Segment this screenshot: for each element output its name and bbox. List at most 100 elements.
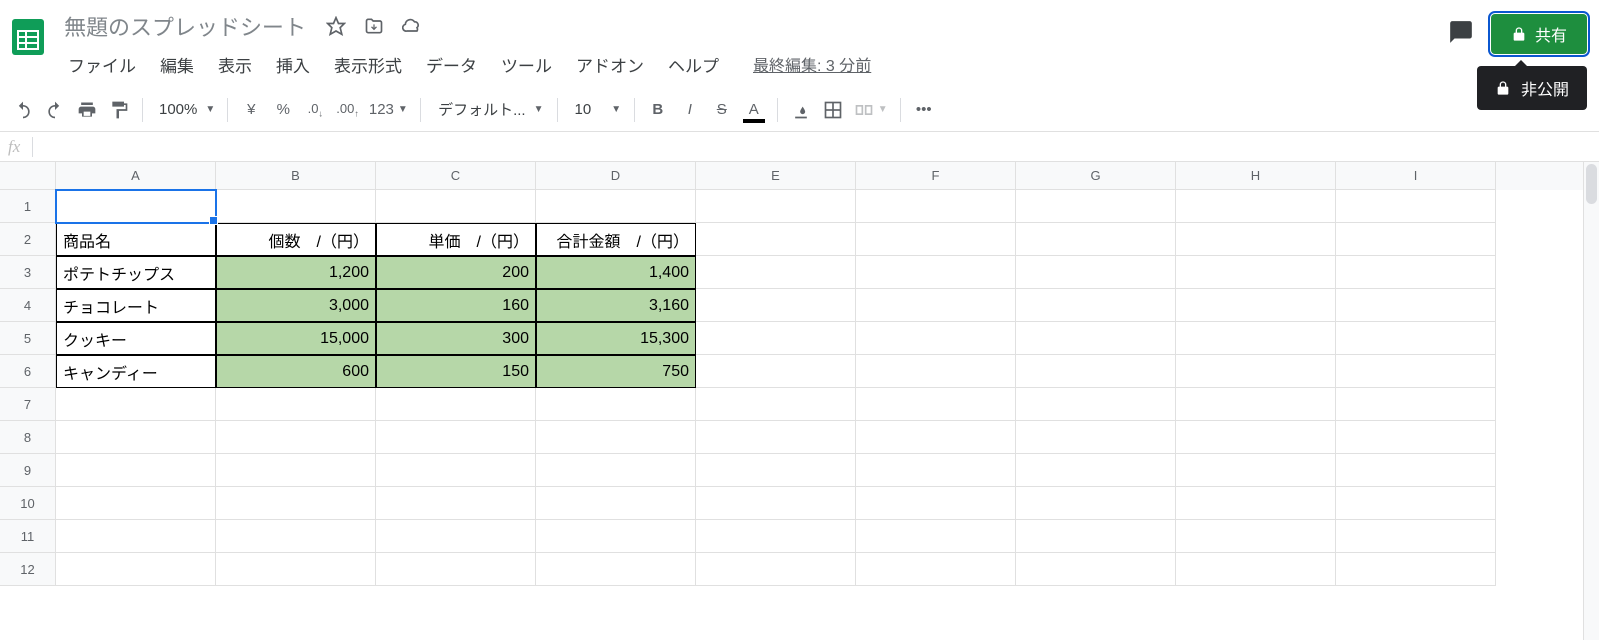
col-header-F[interactable]: F bbox=[856, 162, 1016, 190]
cell[interactable]: キャンディー bbox=[56, 355, 216, 388]
cell[interactable] bbox=[1336, 553, 1496, 586]
row-header[interactable]: 12 bbox=[0, 553, 56, 586]
cell[interactable]: 1,400 bbox=[536, 256, 696, 289]
cell[interactable] bbox=[1016, 223, 1176, 256]
cell[interactable] bbox=[696, 256, 856, 289]
borders-button[interactable] bbox=[818, 95, 848, 125]
share-button[interactable]: 共有 bbox=[1491, 14, 1587, 54]
cell[interactable] bbox=[856, 190, 1016, 223]
cell[interactable] bbox=[1176, 487, 1336, 520]
cell[interactable] bbox=[216, 553, 376, 586]
cell[interactable] bbox=[1016, 355, 1176, 388]
cell[interactable] bbox=[376, 553, 536, 586]
cell[interactable] bbox=[1176, 421, 1336, 454]
col-header-C[interactable]: C bbox=[376, 162, 536, 190]
cell[interactable] bbox=[1176, 256, 1336, 289]
last-edit-link[interactable]: 最終編集: 3 分前 bbox=[753, 52, 871, 76]
cell[interactable] bbox=[1176, 553, 1336, 586]
cell[interactable] bbox=[376, 190, 536, 223]
cell[interactable] bbox=[376, 487, 536, 520]
col-header-A[interactable]: A bbox=[56, 162, 216, 190]
row-header[interactable]: 5 bbox=[0, 322, 56, 355]
cell[interactable] bbox=[856, 355, 1016, 388]
col-header-E[interactable]: E bbox=[696, 162, 856, 190]
menu-help[interactable]: ヘルプ bbox=[658, 48, 729, 81]
cell[interactable]: 300 bbox=[376, 322, 536, 355]
col-header-G[interactable]: G bbox=[1016, 162, 1176, 190]
menu-tools[interactable]: ツール bbox=[491, 48, 562, 81]
cell[interactable]: 3,000 bbox=[216, 289, 376, 322]
cell[interactable] bbox=[1016, 520, 1176, 553]
row-header[interactable]: 1 bbox=[0, 190, 56, 223]
cell[interactable] bbox=[216, 421, 376, 454]
cell-A1[interactable] bbox=[56, 190, 216, 223]
cell[interactable] bbox=[856, 487, 1016, 520]
col-header-D[interactable]: D bbox=[536, 162, 696, 190]
cell[interactable] bbox=[536, 421, 696, 454]
cell[interactable]: 15,300 bbox=[536, 322, 696, 355]
row-header[interactable]: 4 bbox=[0, 289, 56, 322]
cell[interactable] bbox=[696, 388, 856, 421]
cell[interactable] bbox=[376, 388, 536, 421]
cell[interactable] bbox=[856, 454, 1016, 487]
cell[interactable] bbox=[856, 256, 1016, 289]
cell[interactable] bbox=[1176, 289, 1336, 322]
cell[interactable]: 160 bbox=[376, 289, 536, 322]
formula-input[interactable] bbox=[43, 132, 1591, 161]
cell[interactable] bbox=[1016, 256, 1176, 289]
row-header[interactable]: 10 bbox=[0, 487, 56, 520]
cell[interactable] bbox=[536, 553, 696, 586]
cell[interactable] bbox=[696, 454, 856, 487]
cell[interactable] bbox=[1336, 355, 1496, 388]
cell[interactable] bbox=[1016, 487, 1176, 520]
cell[interactable] bbox=[56, 421, 216, 454]
sheets-logo[interactable] bbox=[8, 12, 48, 62]
cell[interactable] bbox=[1336, 256, 1496, 289]
cell[interactable]: 合計金額 /（円） bbox=[536, 223, 696, 256]
cell[interactable] bbox=[1336, 223, 1496, 256]
cell[interactable] bbox=[696, 355, 856, 388]
cell[interactable] bbox=[856, 553, 1016, 586]
select-all-corner[interactable] bbox=[0, 162, 56, 190]
cell[interactable] bbox=[536, 454, 696, 487]
cell[interactable] bbox=[216, 454, 376, 487]
vertical-scrollbar[interactable] bbox=[1583, 162, 1599, 640]
cell[interactable] bbox=[1176, 388, 1336, 421]
cell[interactable] bbox=[1176, 454, 1336, 487]
menu-insert[interactable]: 挿入 bbox=[266, 48, 320, 81]
cell[interactable]: 15,000 bbox=[216, 322, 376, 355]
cell[interactable] bbox=[856, 223, 1016, 256]
zoom-selector[interactable]: 100%▼ bbox=[151, 95, 219, 125]
cell[interactable] bbox=[856, 388, 1016, 421]
cell[interactable]: 商品名 bbox=[56, 223, 216, 256]
font-selector[interactable]: デフォルト...▼ bbox=[429, 95, 549, 125]
cell[interactable] bbox=[1336, 322, 1496, 355]
strikethrough-button[interactable]: S bbox=[707, 95, 737, 125]
cell[interactable] bbox=[536, 190, 696, 223]
increase-decimal-button[interactable]: .00↑ bbox=[332, 95, 363, 125]
cell[interactable] bbox=[1336, 487, 1496, 520]
cell[interactable] bbox=[216, 388, 376, 421]
cell[interactable] bbox=[1176, 190, 1336, 223]
cell[interactable]: 個数 /（円） bbox=[216, 223, 376, 256]
cell[interactable] bbox=[56, 553, 216, 586]
paint-format-button[interactable] bbox=[104, 95, 134, 125]
cell[interactable] bbox=[696, 520, 856, 553]
menu-edit[interactable]: 編集 bbox=[150, 48, 204, 81]
cell[interactable] bbox=[1016, 190, 1176, 223]
cell[interactable] bbox=[1016, 289, 1176, 322]
cell[interactable] bbox=[216, 190, 376, 223]
cell[interactable] bbox=[696, 223, 856, 256]
cell[interactable] bbox=[1336, 421, 1496, 454]
italic-button[interactable]: I bbox=[675, 95, 705, 125]
cell[interactable] bbox=[536, 487, 696, 520]
star-icon[interactable] bbox=[322, 12, 350, 40]
col-header-H[interactable]: H bbox=[1176, 162, 1336, 190]
row-header[interactable]: 11 bbox=[0, 520, 56, 553]
redo-button[interactable] bbox=[40, 95, 70, 125]
row-header[interactable]: 7 bbox=[0, 388, 56, 421]
cell[interactable] bbox=[376, 421, 536, 454]
cell[interactable]: チョコレート bbox=[56, 289, 216, 322]
cell[interactable] bbox=[696, 487, 856, 520]
document-title[interactable]: 無題のスプレッドシート bbox=[58, 8, 312, 44]
